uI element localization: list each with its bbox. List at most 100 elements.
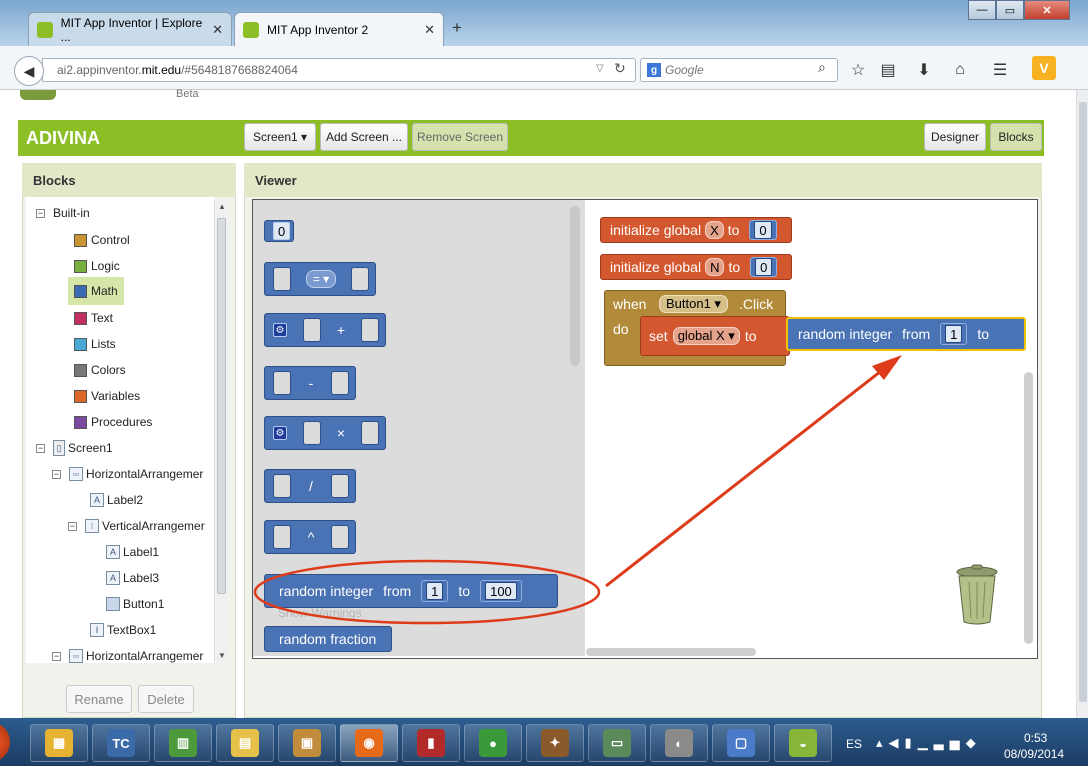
set-global-x-block[interactable]: set global X ▾ to (640, 316, 790, 356)
variable-name-n[interactable]: N (705, 258, 725, 276)
downloads-icon[interactable]: ⬇ (912, 58, 936, 82)
tab-close-icon[interactable]: ✕ (212, 22, 223, 38)
tab-app-inventor-explore[interactable]: MIT App Inventor | Explore ... ✕ (28, 12, 232, 46)
number-value[interactable]: 0 (273, 222, 291, 240)
delete-button[interactable]: Delete (138, 685, 194, 713)
initialize-global-n-block[interactable]: initialize global N to 0 (600, 254, 792, 280)
taskbar-button[interactable]: ◒ (774, 724, 832, 762)
page-scroll-thumb[interactable] (1079, 102, 1087, 702)
collapse-icon[interactable]: − (52, 469, 61, 479)
from-value[interactable]: 1 (945, 325, 963, 343)
collapse-icon[interactable]: − (52, 651, 61, 661)
tree-node-screen1[interactable]: − ▯ Screen1 (36, 437, 113, 459)
tab-close-icon[interactable]: ✕ (424, 22, 435, 38)
mutator-gear-icon[interactable]: ⚙ (273, 426, 287, 440)
collapse-icon[interactable]: − (36, 443, 45, 453)
init-value[interactable]: 0 (754, 221, 772, 239)
tree-item-label2[interactable]: A Label2 (90, 489, 143, 511)
page-scrollbar[interactable] (1076, 90, 1088, 718)
back-button[interactable]: ◀ (14, 56, 44, 86)
language-indicator[interactable]: ES (846, 737, 862, 751)
extension-icon[interactable]: V (1032, 56, 1056, 80)
show-hidden-icons-icon[interactable]: ▴ (876, 735, 889, 750)
math-power-block[interactable]: ^ (264, 520, 356, 554)
url-history-dropdown-icon[interactable]: ▽ (596, 63, 604, 74)
taskbar-button[interactable]: ▥ (154, 724, 212, 762)
math-divide-block[interactable]: / (264, 469, 356, 503)
tree-item-procedures[interactable]: Procedures (74, 411, 152, 433)
taskbar-button[interactable]: ◉ (340, 724, 398, 762)
component-dropdown[interactable]: Button1 ▾ (659, 295, 728, 313)
close-window-button[interactable]: ✕ (1024, 0, 1070, 20)
tree-node-horizontal-arrangement-2[interactable]: − ▫▫ HorizontalArrangemer (52, 645, 203, 663)
tree-item-label1[interactable]: A Label1 (106, 541, 159, 563)
search-icon[interactable]: ⌕ (818, 59, 826, 76)
tree-item-colors[interactable]: Colors (74, 359, 126, 381)
url-bar[interactable]: ai2.appinventor. mit.edu/#564818766882406… (42, 58, 636, 82)
tree-node-builtin[interactable]: − Built-in (36, 202, 90, 224)
clock-time[interactable]: 0:53 (1024, 731, 1047, 745)
tree-item-control[interactable]: Control (74, 229, 130, 251)
tree-item-textbox1[interactable]: I TextBox1 (90, 619, 156, 641)
math-number-block[interactable]: 0 (264, 220, 295, 242)
random-integer-workspace-block[interactable]: random integer from 1 to (786, 317, 1026, 351)
math-add-block[interactable]: ⚙ + (264, 313, 386, 347)
tree-item-lists[interactable]: Lists (74, 333, 116, 355)
scroll-up-icon[interactable]: ▲ (218, 202, 226, 211)
collapse-icon[interactable]: − (68, 521, 77, 531)
rename-button[interactable]: Rename (66, 685, 132, 713)
math-subtract-block[interactable]: - (264, 366, 356, 400)
blocks-button[interactable]: Blocks (990, 123, 1042, 151)
add-screen-button[interactable]: Add Screen ... (320, 123, 408, 151)
app-inventor-logo[interactable] (20, 90, 56, 100)
taskbar-button[interactable]: ▤ (216, 724, 274, 762)
home-icon[interactable]: ⌂ (948, 58, 972, 82)
collapse-icon[interactable]: − (36, 208, 45, 218)
tree-item-text[interactable]: Text (74, 307, 113, 329)
tree-item-button1[interactable]: Button1 (106, 593, 164, 615)
tab-app-inventor-2[interactable]: MIT App Inventor 2 ✕ (234, 12, 444, 46)
compare-operator-dropdown[interactable]: = ▾ (305, 270, 337, 288)
tree-node-horizontal-arrangement-1[interactable]: − ▫▫ HorizontalArrangemer (52, 463, 203, 485)
taskbar-button[interactable]: ▮ (402, 724, 460, 762)
math-compare-block[interactable]: = ▾ (264, 262, 376, 296)
flyout-scrollbar[interactable] (570, 206, 580, 366)
random-integer-block[interactable]: random integer from 1 to 100 (264, 574, 558, 608)
google-engine-icon[interactable]: g (647, 63, 661, 77)
scroll-down-icon[interactable]: ▼ (218, 651, 226, 660)
search-input[interactable]: g Google (640, 58, 838, 82)
clock-date[interactable]: 08/09/2014 (1004, 747, 1064, 761)
taskbar-button[interactable]: ▭ (588, 724, 646, 762)
taskbar-button[interactable]: ▢ (712, 724, 770, 762)
to-value[interactable]: 100 (485, 582, 517, 600)
reading-list-icon[interactable]: ▤ (876, 58, 900, 82)
bookmark-star-icon[interactable]: ☆ (846, 58, 870, 82)
taskbar-button[interactable]: ▣ (278, 724, 336, 762)
tree-item-logic[interactable]: Logic (74, 255, 120, 277)
workspace-horizontal-scrollbar[interactable] (586, 648, 756, 656)
initialize-global-x-block[interactable]: initialize global X to 0 (600, 217, 792, 243)
random-fraction-block[interactable]: random fraction (264, 626, 392, 652)
tree-node-vertical-arrangement[interactable]: − ⁝ VerticalArrangemer (68, 515, 205, 537)
screen-selector-button[interactable]: Screen1 ▾ (244, 123, 316, 151)
workspace-vertical-scrollbar[interactable] (1024, 372, 1033, 644)
dropbox-icon[interactable]: ◆ (966, 735, 982, 750)
designer-button[interactable]: Designer (924, 123, 986, 151)
taskbar-button[interactable]: ✦ (526, 724, 584, 762)
taskbar-button[interactable]: ● (464, 724, 522, 762)
battery-icon[interactable]: ▮ (905, 735, 918, 750)
blocks-tree-scrollbar[interactable]: ▲ ▼ (214, 200, 228, 662)
tree-item-math[interactable]: Math (68, 277, 124, 305)
taskbar-button[interactable]: ◐ (650, 724, 708, 762)
tree-item-variables[interactable]: Variables (74, 385, 140, 407)
taskbar-button[interactable]: ▦ (30, 724, 88, 762)
variable-dropdown[interactable]: global X ▾ (672, 327, 740, 345)
maximize-button[interactable]: ▭ (996, 0, 1024, 20)
menu-icon[interactable]: ☰ (988, 58, 1012, 82)
volume-icon[interactable]: ◀ (889, 735, 905, 750)
signal-icon[interactable]: ▁▃▅ (918, 735, 966, 750)
minimize-button[interactable]: — (968, 0, 996, 20)
mutator-gear-icon[interactable]: ⚙ (273, 323, 287, 337)
new-tab-button[interactable]: + (452, 18, 462, 38)
tree-scroll-thumb[interactable] (217, 218, 226, 594)
